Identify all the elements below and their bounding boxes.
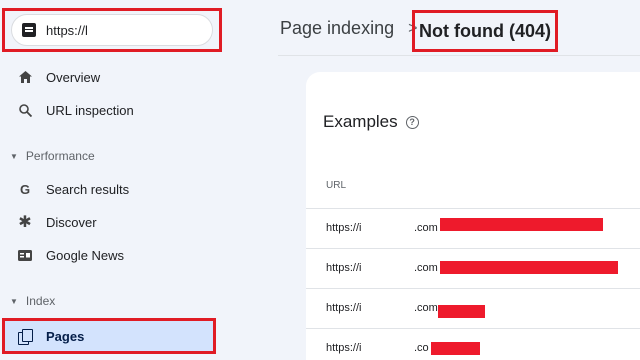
- sidebar-item-overview[interactable]: Overview: [0, 62, 232, 92]
- caret-down-icon: ▼: [10, 296, 18, 306]
- row-divider: [306, 328, 640, 329]
- search-icon: [18, 103, 32, 117]
- page-title: Not found (404): [412, 10, 558, 52]
- property-selector[interactable]: https://l: [11, 14, 213, 46]
- property-selector-highlight: https://l: [2, 8, 222, 52]
- sidebar-item-label: Pages: [46, 328, 85, 344]
- column-header-url[interactable]: URL: [326, 180, 346, 191]
- sidebar-item-pages[interactable]: Pages: [2, 318, 216, 354]
- row-divider: [306, 208, 640, 209]
- examples-title: Examples: [323, 112, 398, 131]
- header-divider: [278, 55, 640, 56]
- news-icon: [18, 248, 32, 262]
- asterisk-icon: ✱: [18, 214, 32, 231]
- breadcrumb-parent[interactable]: Page indexing: [280, 18, 394, 39]
- redaction-blank: [362, 292, 414, 322]
- sidebar: https://l Overview URL inspection ▼ Perf…: [0, 0, 232, 360]
- table-row-url-suffix: .com: [414, 302, 438, 314]
- sidebar-item-label: Discover: [46, 214, 97, 230]
- table-row-url-prefix[interactable]: https://i: [326, 342, 361, 354]
- table-row-url-prefix[interactable]: https://i: [326, 222, 361, 234]
- redaction-bar: [438, 305, 485, 318]
- section-label: Index: [25, 294, 56, 308]
- table-row-url-prefix[interactable]: https://i: [326, 302, 361, 314]
- examples-heading: Examples ?: [323, 112, 419, 132]
- redaction-blank: [362, 212, 414, 242]
- redaction-bar: [440, 261, 618, 274]
- sidebar-item-discover[interactable]: ✱ Discover: [0, 207, 232, 237]
- redaction-bar: [440, 218, 603, 231]
- row-divider: [306, 248, 640, 249]
- sidebar-item-label: Overview: [46, 69, 101, 85]
- property-url: https://l: [46, 22, 88, 38]
- google-g-icon: G: [19, 181, 31, 197]
- redaction-blank: [362, 332, 414, 360]
- table-row-url-prefix[interactable]: https://i: [326, 262, 361, 274]
- caret-down-icon: ▼: [10, 151, 18, 161]
- redaction-bar: [431, 342, 480, 355]
- sidebar-item-url-inspection[interactable]: URL inspection: [0, 95, 232, 125]
- sidebar-item-label: Search results: [46, 181, 130, 197]
- help-icon[interactable]: ?: [405, 115, 419, 129]
- section-index[interactable]: ▼ Index: [0, 291, 232, 311]
- sidebar-item-search-results[interactable]: G Search results: [0, 174, 232, 204]
- table-row-url-suffix: .com: [414, 262, 438, 274]
- redaction-blank: [362, 252, 414, 282]
- table-row-url-suffix: .co: [414, 342, 429, 354]
- table-row-url-suffix: .com: [414, 222, 438, 234]
- property-icon: [22, 23, 36, 37]
- sidebar-item-google-news[interactable]: Google News: [0, 240, 232, 270]
- section-performance[interactable]: ▼ Performance: [0, 146, 232, 166]
- breadcrumb: Page indexing >: [280, 18, 431, 39]
- sidebar-item-label: URL inspection: [46, 102, 134, 118]
- sidebar-item-label: Google News: [46, 247, 125, 263]
- row-divider: [306, 288, 640, 289]
- home-icon: [18, 70, 32, 84]
- pages-icon: [18, 329, 33, 345]
- section-label: Performance: [25, 149, 95, 163]
